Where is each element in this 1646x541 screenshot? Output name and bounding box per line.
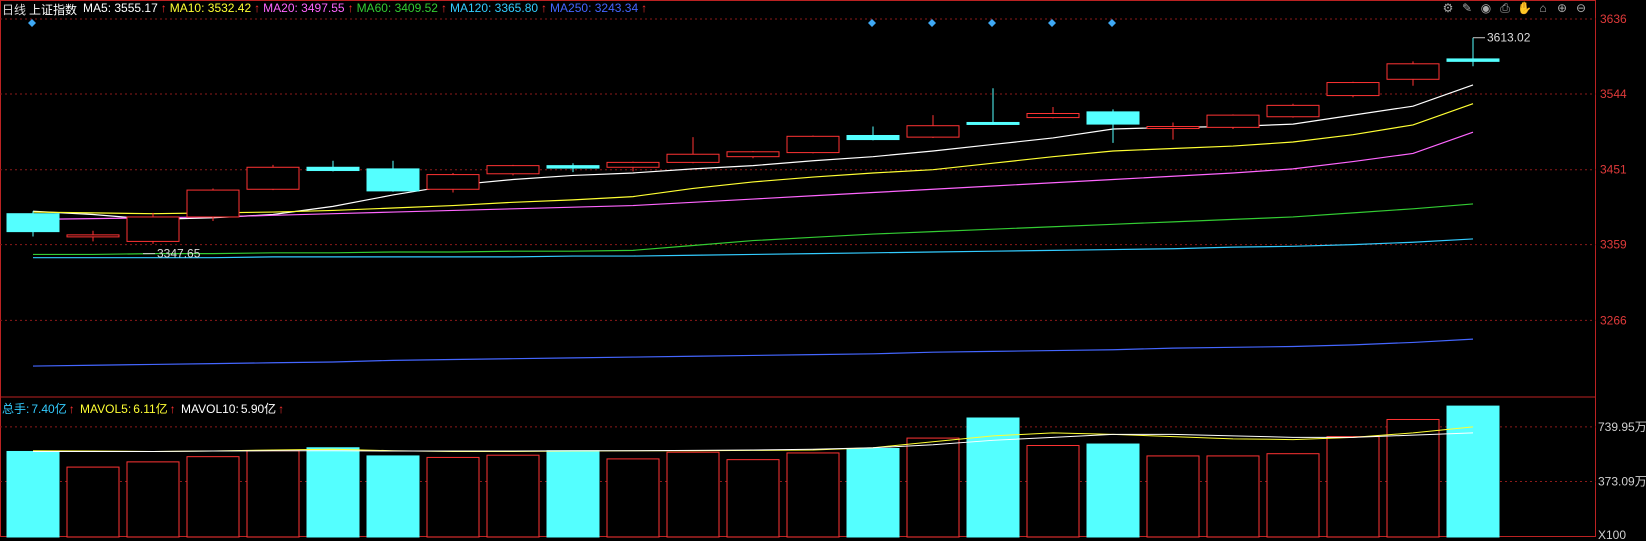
- candle-body-10: [606, 161, 660, 168]
- candle-body-0: [6, 213, 60, 233]
- volume-bar-21: [1266, 453, 1320, 538]
- volume-bar-17: [1026, 445, 1080, 538]
- candle-body-9: [546, 165, 600, 169]
- low-annotation-label: 3347.65: [157, 247, 201, 261]
- candle-body-18: [1086, 111, 1140, 125]
- volume-tick-label-2: X100: [1598, 528, 1626, 541]
- volume-bar-15: [906, 437, 960, 538]
- price-tick-label-0: 3636: [1600, 12, 1627, 26]
- volume-bar-8: [486, 454, 540, 538]
- candle-body-20: [1206, 114, 1260, 128]
- volume-bar-5: [306, 447, 360, 538]
- candle-body-15: [906, 125, 960, 138]
- candle-body-23: [1386, 63, 1440, 80]
- candle-body-5: [306, 166, 360, 172]
- mavol5-line: [32, 426, 1474, 452]
- ma-line-ma250: [32, 338, 1474, 367]
- event-marker-5: [1108, 19, 1116, 27]
- volume-tick-label-1: 373.09万: [1598, 475, 1646, 489]
- event-marker-4: [1048, 19, 1056, 27]
- candle-body-16: [966, 121, 1020, 125]
- volume-bar-0: [6, 450, 60, 538]
- volume-bar-7: [426, 456, 480, 538]
- volume-bar-19: [1146, 455, 1200, 538]
- candle-body-4: [246, 166, 300, 190]
- kline-chart[interactable]: 3636 3544 3451 3359 3266 739.95万 373.09万 X100 36…: [0, 0, 1646, 541]
- mavol10-line: [33, 432, 1474, 452]
- event-marker-2: [928, 19, 936, 27]
- candle-body-21: [1266, 104, 1320, 118]
- volume-bar-3: [186, 456, 240, 538]
- candle-body-22: [1326, 82, 1380, 97]
- event-marker-0: [28, 19, 36, 27]
- price-tick-label-4: 3266: [1600, 313, 1627, 327]
- volume-bar-13: [786, 452, 840, 538]
- candle-body-6: [366, 168, 420, 192]
- price-tick-label-2: 3451: [1600, 163, 1627, 177]
- volume-tick-label-0: 739.95万: [1598, 420, 1646, 434]
- price-tick-label-3: 3359: [1600, 238, 1627, 252]
- volume-bar-11: [666, 451, 720, 538]
- candle-body-11: [666, 153, 720, 163]
- volume-bar-1: [66, 466, 120, 538]
- volume-bar-18: [1086, 443, 1140, 538]
- volume-bar-24: [1446, 405, 1500, 538]
- volume-bar-4: [246, 450, 300, 538]
- volume-bar-9: [546, 450, 600, 538]
- candle-body-1: [66, 234, 120, 238]
- candle-body-7: [426, 174, 480, 190]
- volume-bar-6: [366, 455, 420, 538]
- high-annotation-label: 3613.02: [1487, 31, 1531, 45]
- candle-body-13: [786, 135, 840, 154]
- ma-line-ma120: [33, 238, 1474, 259]
- volume-bar-2: [126, 461, 180, 538]
- volume-bar-20: [1206, 455, 1260, 538]
- candle-body-19: [1146, 126, 1200, 130]
- candle-body-17: [1026, 113, 1080, 119]
- price-tick-label-1: 3544: [1600, 87, 1627, 101]
- candle-body-24: [1446, 58, 1500, 62]
- candle-body-2: [126, 216, 180, 242]
- candle-body-3: [186, 189, 240, 218]
- volume-bar-10: [606, 458, 660, 538]
- volume-bar-14: [846, 447, 900, 538]
- candle-body-8: [486, 165, 540, 175]
- event-marker-1: [868, 19, 876, 27]
- volume-bar-12: [726, 459, 780, 538]
- volume-bar-22: [1326, 436, 1380, 538]
- candle-body-14: [846, 134, 900, 141]
- event-marker-3: [988, 19, 996, 27]
- candle-body-12: [726, 151, 780, 158]
- volume-bar-23: [1386, 418, 1440, 538]
